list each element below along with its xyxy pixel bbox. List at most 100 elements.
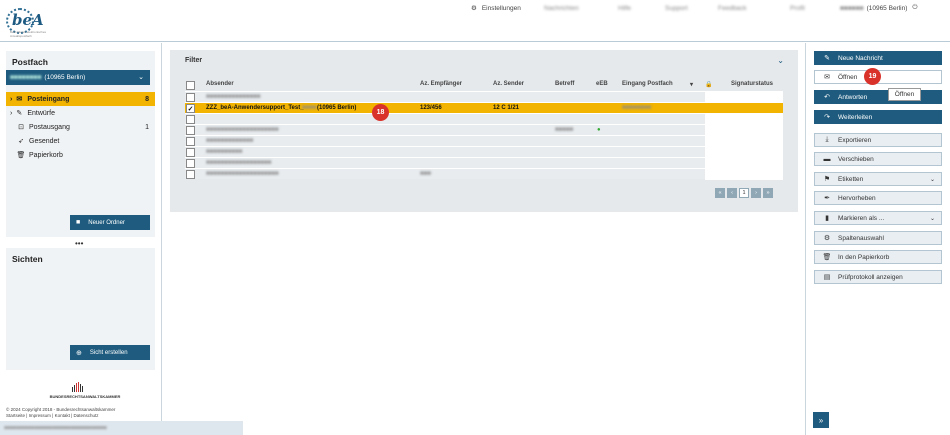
- column-header[interactable]: Betreff: [555, 81, 574, 87]
- filter-toggle[interactable]: Filter: [185, 57, 202, 64]
- gear-icon: ⚙: [471, 5, 477, 12]
- folder-papierkorb[interactable]: 🗑 Papierkorb: [6, 148, 155, 162]
- cell-blurred: ■■■■■■■■■■■■■■■■■■: [206, 160, 272, 166]
- user-menu[interactable]: ■■■■■■ (10965 Berlin) ⏻: [840, 3, 918, 13]
- header-link-2[interactable]: Hilfe: [618, 3, 631, 13]
- header-link-4[interactable]: Feedback: [718, 3, 747, 13]
- move-button[interactable]: ▬ Verschieben: [814, 152, 942, 166]
- table-row[interactable]: ■■■■■■■■■■■■■: [185, 135, 783, 147]
- cell-blurred: ■■■■■■■■■■: [206, 149, 243, 155]
- cell-blurred: ■■■■■■■■■■■■■: [206, 138, 254, 144]
- message-list-panel: Filter ⌄ Absender Az. Empfänger Az. Send…: [170, 50, 798, 212]
- column-header[interactable]: Signaturstatus: [731, 81, 773, 87]
- highlight-button[interactable]: ✒ Hervorheben: [814, 191, 942, 205]
- chevron-down-icon[interactable]: ⌄: [777, 56, 784, 65]
- postfach-select[interactable]: ■■■■■■■■ (10965 Berlin) ⌄: [6, 70, 150, 85]
- header-link-label: Nachrichten: [544, 4, 579, 12]
- bea-logo[interactable]: beA Besonderes elektronisches Anwaltspos…: [6, 6, 56, 38]
- pagination: « ‹ 1 › »: [715, 188, 773, 198]
- first-page-icon[interactable]: «: [715, 188, 725, 198]
- row-checkbox[interactable]: [186, 115, 195, 124]
- row-checkbox-checked[interactable]: ✓: [186, 104, 195, 113]
- chevron-down-icon: ⌄: [929, 215, 935, 222]
- column-select-button[interactable]: ⚙ Spaltenauswahl: [814, 231, 942, 245]
- folder-postausgang[interactable]: ⊡ Postausgang 1: [6, 120, 155, 134]
- table-row[interactable]: ■■■■■■■■■■■■■■■■■■: [185, 157, 783, 169]
- row-checkbox[interactable]: [186, 93, 195, 102]
- export-button[interactable]: ⤓ Exportieren: [814, 133, 942, 147]
- folder-entwuerfe[interactable]: › ✎ Entwürfe: [6, 106, 155, 120]
- footer: © 2024 Copyright 2018 - Bundesrechtsanwa…: [6, 407, 115, 419]
- header-link-5[interactable]: Profil: [790, 3, 805, 13]
- last-page-icon[interactable]: »: [763, 188, 773, 198]
- cell-blurred: ■■■■■■■■■■■■■■■■■■■■: [206, 171, 279, 177]
- new-folder-label: Neuer Ordner: [88, 219, 125, 226]
- new-message-button[interactable]: ✎ Neue Nachricht: [814, 51, 942, 65]
- column-header[interactable]: Absender: [206, 81, 234, 87]
- tag-icon: ⚑: [823, 176, 831, 183]
- current-page[interactable]: 1: [739, 188, 749, 198]
- forward-icon: ↷: [824, 114, 830, 121]
- outbox-icon: ⊡: [18, 124, 24, 131]
- chevron-down-icon: ⌄: [929, 176, 935, 183]
- action-label: Weiterleiten: [838, 113, 873, 121]
- folder-posteingang[interactable]: › ✉ Posteingang 8: [6, 92, 155, 106]
- table-row[interactable]: ■■■■■■■■■■■■■■■: [185, 91, 783, 103]
- forward-button[interactable]: ↷ Weiterleiten: [814, 110, 942, 124]
- settings-link[interactable]: ⚙ Einstellungen: [471, 3, 521, 13]
- power-icon[interactable]: ⏻: [912, 4, 917, 12]
- row-checkbox[interactable]: [186, 148, 195, 157]
- cell-blurred: ■■■■■■■■■■■■■■■■■■■■: [206, 127, 279, 133]
- chevron-down-icon: ⌄: [138, 74, 144, 81]
- table-row[interactable]: [185, 113, 783, 125]
- labels-button[interactable]: ⚑ Etiketten ⌄: [814, 172, 942, 186]
- trash-icon: 🗑: [16, 152, 26, 159]
- expand-panel-icon[interactable]: »: [813, 412, 829, 428]
- logo-text: beA: [12, 11, 44, 29]
- app-header: beA Besonderes elektronisches Anwaltspos…: [0, 0, 950, 42]
- folder-icon: ■: [76, 219, 81, 226]
- action-label: Markieren als ...: [838, 214, 885, 222]
- table-row[interactable]: ■■■■■■■■■■: [185, 146, 783, 158]
- postfach-select-value: (10965 Berlin): [44, 74, 86, 81]
- prev-page-icon[interactable]: ‹: [727, 188, 737, 198]
- move-to-trash-button[interactable]: 🗑 In den Papierkorb: [814, 250, 942, 264]
- folder-label: Postausgang: [29, 123, 70, 131]
- row-checkbox[interactable]: [186, 137, 195, 146]
- select-all-checkbox[interactable]: [186, 81, 195, 90]
- folder-count: 1: [145, 123, 149, 131]
- table-row[interactable]: ■■■■■■■■■■■■■■■■■■■■ ■■■■■ ●: [185, 124, 783, 136]
- next-page-icon[interactable]: ›: [751, 188, 761, 198]
- folder-gesendet[interactable]: ➶ Gesendet: [6, 134, 155, 148]
- audit-log-button[interactable]: ▤ Prüfprotokoll anzeigen: [814, 270, 942, 284]
- action-panel: ✎ Neue Nachricht ✉ Öffnen ↶ Antworten ↷ Weit…: [805, 43, 950, 435]
- user-name: ■■■■■■: [840, 4, 864, 12]
- header-link-3[interactable]: Support: [665, 3, 688, 13]
- table-row-selected[interactable]: ✓ ZZZ_beA-Anwendersupport_Test_ ■■■■ (10…: [185, 102, 783, 113]
- column-header[interactable]: Eingang Postfach: [622, 81, 673, 87]
- action-label: Etiketten: [838, 175, 864, 183]
- row-checkbox[interactable]: [186, 126, 195, 135]
- cell-az-empfaenger: 123/456: [420, 105, 442, 111]
- folder-label: Papierkorb: [29, 151, 63, 159]
- row-checkbox[interactable]: [186, 170, 195, 179]
- mark-as-button[interactable]: ▮ Markieren als ... ⌄: [814, 211, 942, 225]
- row-checkbox[interactable]: [186, 159, 195, 168]
- sichten-title: Sichten: [12, 254, 43, 264]
- sort-desc-icon[interactable]: ▾: [690, 81, 693, 88]
- column-header[interactable]: eEB: [596, 81, 608, 87]
- folder-count: 8: [145, 95, 149, 103]
- footer-links[interactable]: Startseite | Impressum | Kontakt | Daten…: [6, 413, 115, 419]
- column-header[interactable]: Az. Sender: [493, 81, 524, 87]
- header-link-1[interactable]: Nachrichten: [544, 3, 579, 13]
- new-view-button[interactable]: ⊕ Sicht erstellen: [70, 345, 150, 360]
- column-header[interactable]: Az. Empfänger: [420, 81, 462, 87]
- status-url: ■■■■■■■■■■■■■■■■■■■■■■■■■■■■■■■■■■: [4, 425, 107, 431]
- header-link-label: Feedback: [718, 4, 747, 12]
- folder-icon: ▬: [823, 155, 831, 163]
- new-folder-button[interactable]: ■ Neuer Ordner: [70, 215, 150, 230]
- table-row[interactable]: ■■■■■■■■■■■■■■■■■■■■ ■■■: [185, 168, 783, 180]
- reply-button[interactable]: ↶ Antworten: [814, 90, 942, 104]
- step-badge-18: 18: [372, 104, 389, 121]
- resize-handle-icon[interactable]: •••: [75, 239, 83, 248]
